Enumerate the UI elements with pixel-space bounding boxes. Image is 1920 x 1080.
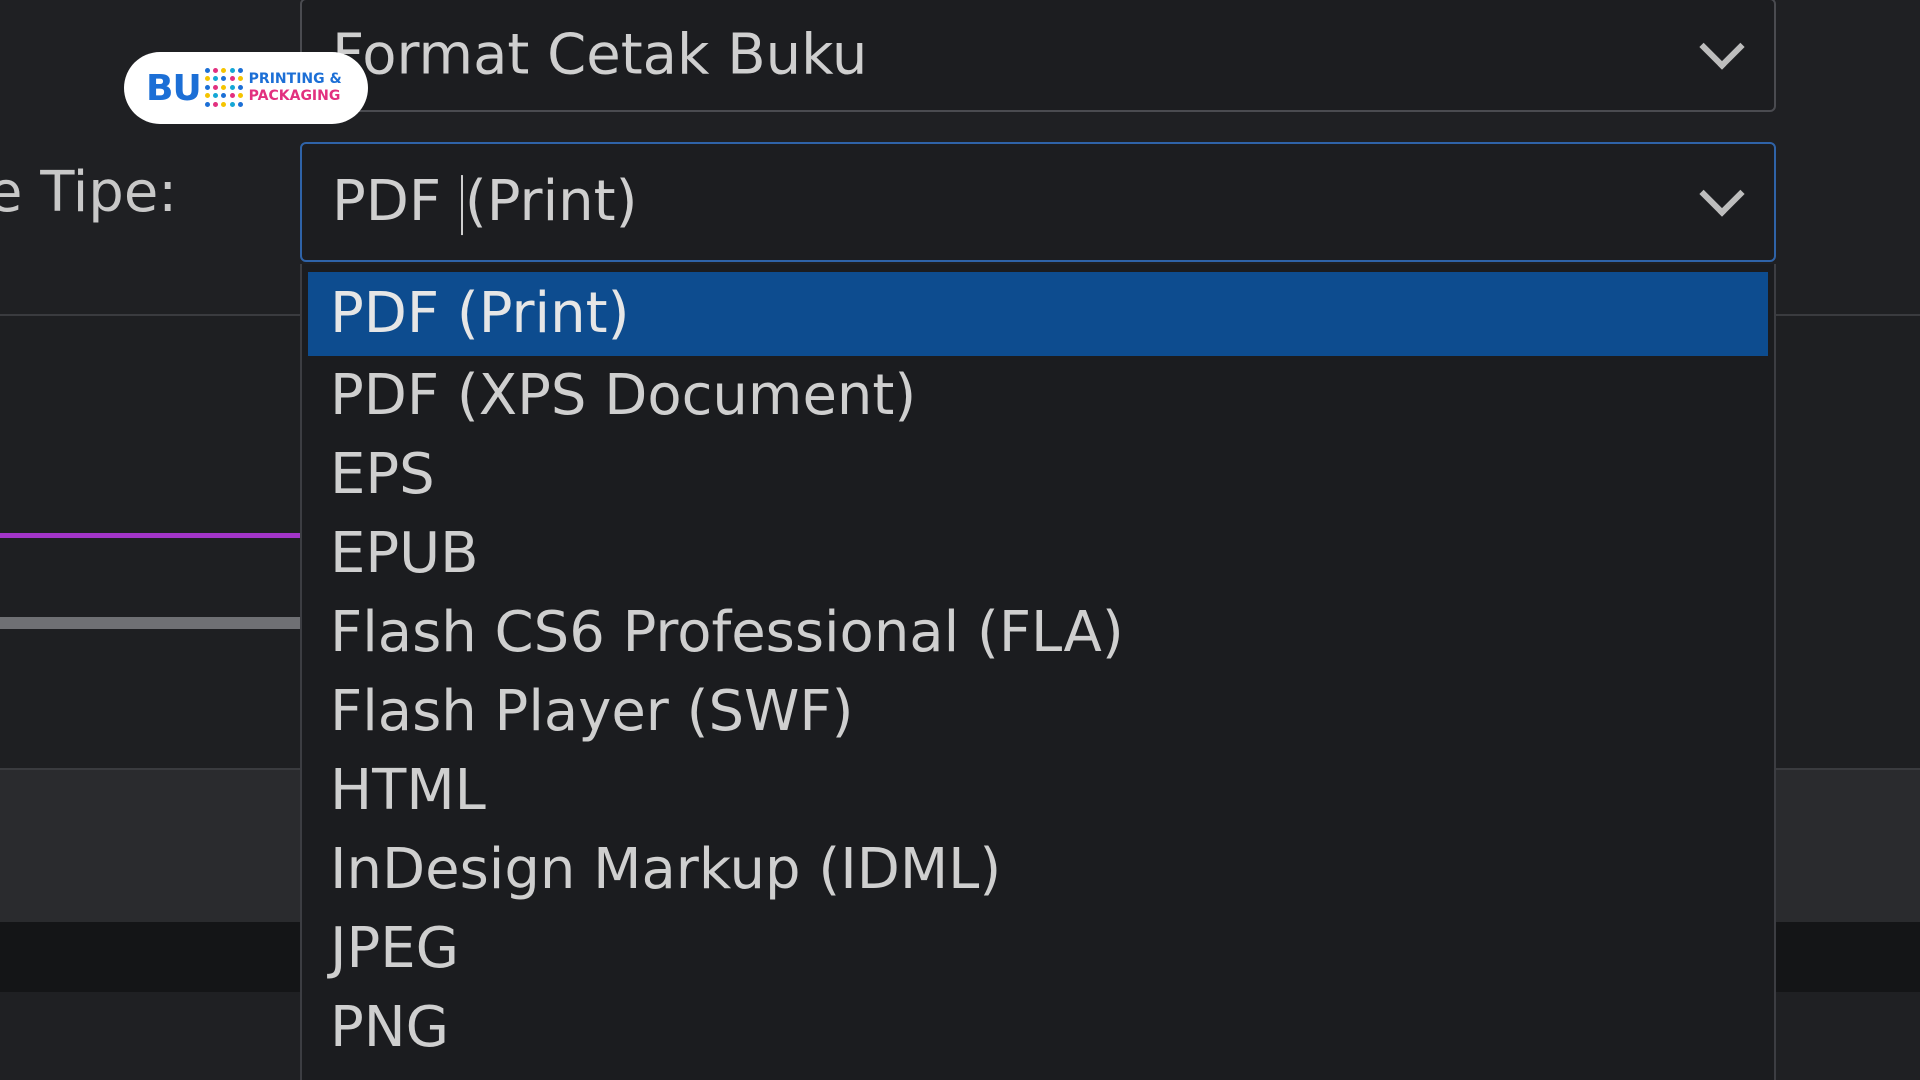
logo-dot [213, 101, 219, 107]
dropdown-option[interactable]: InDesign Markup (IDML) [308, 830, 1768, 909]
type-dropdown-list: PDF (Print) PDF (XPS Document) EPS EPUB Flas… [300, 264, 1776, 1080]
logo-dot [238, 76, 244, 82]
logo-dot [204, 101, 210, 107]
logo-dot [238, 93, 244, 99]
logo-dot [221, 101, 227, 107]
dropdown-option[interactable]: HTML [308, 751, 1768, 830]
type-field-label: e Tipe: [0, 160, 178, 225]
logo-dot [229, 76, 235, 82]
logo-dot [213, 68, 219, 73]
dropdown-option[interactable]: JPEG [308, 909, 1768, 988]
type-select-text: (Print) [464, 169, 638, 235]
logo-dot [238, 84, 244, 90]
dropdown-option[interactable]: PNG [308, 988, 1768, 1067]
type-select-value: PDF (Print) [332, 169, 637, 235]
dropdown-option[interactable]: Flash Player (SWF) [308, 672, 1768, 751]
export-dialog: e Tipe: Format Cetak Buku PDF (Print) PD… [0, 0, 1920, 1080]
logo-dot [204, 76, 210, 82]
logo-dot [238, 101, 244, 107]
logo-dot [221, 68, 227, 73]
logo-dot [204, 68, 210, 73]
preset-select[interactable]: Format Cetak Buku [300, 0, 1776, 112]
logo-dot [221, 76, 227, 82]
logo-mark: BU [146, 67, 202, 109]
logo-dot [213, 84, 219, 90]
logo-dot [221, 84, 227, 90]
type-select[interactable]: PDF (Print) [300, 142, 1776, 262]
logo-text: PRINTING & PACKAGING [249, 71, 342, 105]
logo-dot [229, 84, 235, 90]
logo-line-2: PACKAGING [248, 88, 341, 104]
logo-dot [204, 84, 210, 90]
logo-dot [221, 93, 227, 99]
logo-dot [229, 101, 235, 107]
logo-dot [238, 68, 244, 73]
chevron-down-icon[interactable] [1699, 171, 1745, 217]
preset-select-value: Format Cetak Buku [332, 22, 868, 88]
dropdown-option[interactable]: Flash CS6 Professional (FLA) [308, 593, 1768, 672]
logo-dot [229, 68, 235, 73]
logo-dot [204, 93, 210, 99]
logo-dots-icon [204, 68, 245, 108]
dropdown-option[interactable]: PDF (Print) [308, 272, 1768, 356]
text-cursor [460, 174, 463, 235]
logo-line-1: PRINTING & [248, 71, 342, 87]
logo-dot [213, 93, 219, 99]
dropdown-option[interactable]: EPS [308, 435, 1768, 514]
type-select-text: PDF [332, 169, 459, 235]
chevron-down-icon[interactable] [1699, 24, 1745, 70]
logo-dot [213, 76, 219, 82]
dropdown-option[interactable]: EPUB [308, 514, 1768, 593]
logo-dot [229, 93, 235, 99]
accent-line [0, 533, 300, 538]
brand-logo: BU PRINTING & PACKAGING [124, 52, 368, 124]
dropdown-option[interactable]: PDF (XPS Document) [308, 356, 1768, 435]
progress-track [0, 617, 300, 629]
